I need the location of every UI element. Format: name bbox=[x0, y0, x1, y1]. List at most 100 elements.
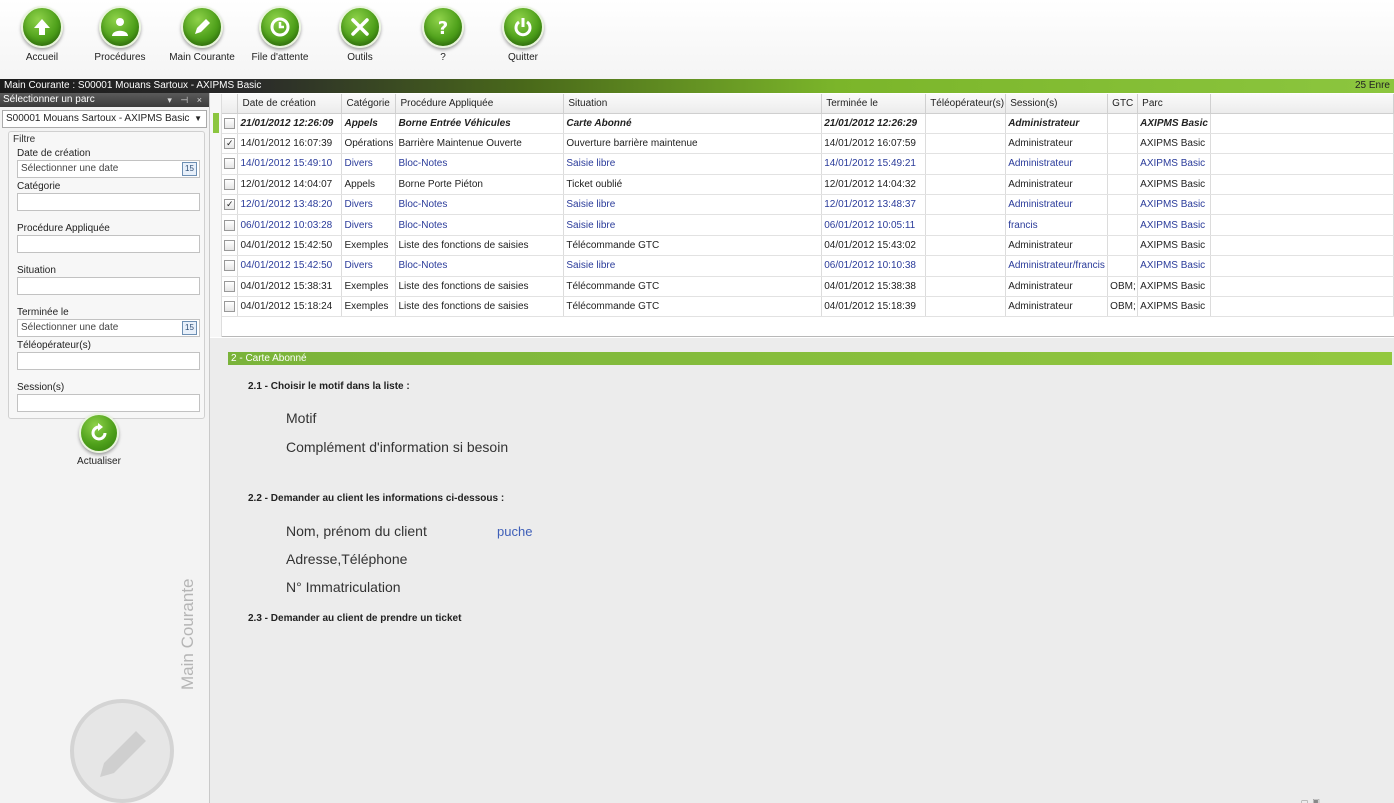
accueil-button[interactable]: Accueil bbox=[2, 6, 82, 63]
checkbox[interactable] bbox=[224, 178, 236, 190]
table-cell: 04/01/2012 15:38:31 bbox=[237, 276, 343, 298]
table-row[interactable]: ✓ 12/01/2012 13:48:20 Divers Bloc-Notes Sais… bbox=[222, 194, 1394, 216]
situation-label: Situation bbox=[17, 265, 56, 276]
col-select bbox=[222, 94, 239, 114]
row-checkbox-cell[interactable] bbox=[222, 113, 239, 134]
col-situation[interactable]: Situation bbox=[563, 94, 823, 114]
checkbox[interactable] bbox=[224, 158, 236, 170]
checkbox[interactable] bbox=[224, 239, 236, 251]
row-checkbox-cell[interactable]: ✓ bbox=[222, 194, 239, 216]
table-cell bbox=[1107, 174, 1139, 196]
table-cell: AXIPMS Basic bbox=[1137, 174, 1212, 196]
row-checkbox-cell[interactable] bbox=[222, 153, 239, 175]
outils-button[interactable]: Outils bbox=[320, 6, 400, 63]
row-checkbox-cell[interactable] bbox=[222, 276, 239, 298]
complement-field[interactable]: Complément d'information si besoin bbox=[286, 439, 508, 455]
col-categorie[interactable]: Catégorie bbox=[341, 94, 397, 114]
table-cell-filler bbox=[1210, 214, 1394, 236]
checkbox[interactable] bbox=[224, 260, 236, 272]
actualiser-button[interactable]: Actualiser bbox=[72, 413, 126, 467]
checkbox[interactable] bbox=[224, 219, 236, 231]
table-cell: Borne Entrée Véhicules bbox=[395, 113, 565, 134]
arrow-up-icon bbox=[21, 6, 63, 48]
window-title: Main Courante : S00001 Mouans Sartoux - … bbox=[4, 80, 262, 91]
table-cell: Ouverture barrière maintenue bbox=[563, 133, 823, 155]
main-courante-button[interactable]: Main Courante bbox=[162, 6, 242, 63]
table-cell: AXIPMS Basic bbox=[1137, 235, 1212, 257]
parc-select-value: S00001 Mouans Sartoux - AXIPMS Basic bbox=[6, 113, 190, 124]
col-terminee[interactable]: Terminée le bbox=[821, 94, 927, 114]
col-session[interactable]: Session(s) bbox=[1005, 94, 1109, 114]
help-label: ? bbox=[440, 52, 446, 63]
table-row[interactable]: 21/01/2012 12:26:09 Appels Borne Entrée Vé… bbox=[222, 113, 1394, 134]
situation-input[interactable] bbox=[17, 277, 200, 295]
parc-panel-title: Sélectionner un parc bbox=[3, 94, 95, 105]
terminee-input[interactable]: Sélectionner une date 15 bbox=[17, 319, 200, 337]
adresse-telephone-label[interactable]: Adresse,Téléphone bbox=[286, 551, 407, 567]
col-parc[interactable]: Parc bbox=[1137, 94, 1212, 114]
table-row[interactable]: 04/01/2012 15:38:31 Exemples Liste des fon… bbox=[222, 276, 1394, 298]
col-date-creation[interactable]: Date de création bbox=[237, 94, 343, 114]
col-gtc[interactable]: GTC bbox=[1107, 94, 1139, 114]
table-row[interactable]: 12/01/2012 14:04:07 Appels Borne Porte Pié… bbox=[222, 174, 1394, 196]
table-cell bbox=[925, 235, 1007, 257]
row-checkbox-cell[interactable]: ✓ bbox=[222, 133, 239, 155]
checkbox-checked[interactable]: ✓ bbox=[224, 199, 236, 211]
table-cell-filler bbox=[1210, 276, 1394, 298]
teleoperateur-input[interactable] bbox=[17, 352, 200, 370]
parc-select[interactable]: S00001 Mouans Sartoux - AXIPMS Basic ▼ bbox=[2, 110, 207, 128]
row-checkbox-cell[interactable] bbox=[222, 255, 239, 277]
procedures-button[interactable]: Procédures bbox=[80, 6, 160, 63]
step-2-2: 2.2 - Demander au client les information… bbox=[248, 493, 505, 504]
grid-body: 21/01/2012 12:26:09 Appels Borne Entrée Vé… bbox=[222, 113, 1394, 318]
table-row[interactable]: ✓ 14/01/2012 16:07:39 Opérations Barrière M… bbox=[222, 133, 1394, 155]
checkbox[interactable] bbox=[224, 117, 236, 129]
checkbox-checked[interactable]: ✓ bbox=[224, 138, 236, 150]
table-cell: 12/01/2012 13:48:20 bbox=[237, 194, 343, 216]
checkbox[interactable] bbox=[224, 301, 236, 313]
power-icon bbox=[502, 6, 544, 48]
file-attente-label: File d'attente bbox=[251, 52, 309, 63]
table-row[interactable]: 14/01/2012 15:49:10 Divers Bloc-Notes Saisi… bbox=[222, 153, 1394, 175]
calendar-icon[interactable]: 15 bbox=[182, 162, 197, 176]
panel-pin-icons[interactable]: ▾ ⊣ × bbox=[167, 93, 205, 107]
table-row[interactable]: 04/01/2012 15:42:50 Divers Bloc-Notes Saisi… bbox=[222, 255, 1394, 277]
help-icon: ? bbox=[422, 6, 464, 48]
quitter-button[interactable]: Quitter bbox=[483, 6, 563, 63]
current-row-marker bbox=[213, 113, 219, 133]
col-procedure[interactable]: Procédure Appliquée bbox=[395, 94, 565, 114]
col-teleoperateur[interactable]: Téléopérateur(s) bbox=[925, 94, 1007, 114]
date-creation-input[interactable]: Sélectionner une date 15 bbox=[17, 160, 200, 178]
filter-group: Filtre Date de création Sélectionner une… bbox=[8, 131, 205, 419]
table-cell: Barrière Maintenue Ouverte bbox=[395, 133, 565, 155]
calendar-icon[interactable]: 15 bbox=[182, 321, 197, 335]
main-courante-watermark-icon bbox=[70, 699, 174, 803]
row-checkbox-cell[interactable] bbox=[222, 214, 239, 236]
row-checkbox-cell[interactable] bbox=[222, 174, 239, 196]
table-cell: Bloc-Notes bbox=[395, 153, 565, 175]
table-cell: Saisie libre bbox=[563, 255, 823, 277]
nom-prenom-value[interactable]: puche bbox=[497, 524, 532, 539]
table-cell bbox=[925, 113, 1007, 134]
motif-field[interactable]: Motif bbox=[286, 410, 316, 426]
session-label: Session(s) bbox=[17, 382, 65, 393]
window-titlebar: Main Courante : S00001 Mouans Sartoux - … bbox=[0, 79, 1394, 93]
immatriculation-label[interactable]: N° Immatriculation bbox=[286, 579, 401, 595]
row-checkbox-cell[interactable] bbox=[222, 235, 239, 257]
row-checkbox-cell[interactable] bbox=[222, 296, 239, 318]
session-input[interactable] bbox=[17, 394, 200, 412]
table-row[interactable]: 06/01/2012 10:03:28 Divers Bloc-Notes Saisi… bbox=[222, 214, 1394, 236]
file-attente-button[interactable]: File d'attente bbox=[240, 6, 320, 63]
table-cell: 04/01/2012 15:38:38 bbox=[821, 276, 927, 298]
table-row[interactable]: 04/01/2012 15:18:24 Exemples Liste des fon… bbox=[222, 296, 1394, 318]
terminee-label: Terminée le bbox=[17, 307, 69, 318]
chevron-down-icon: ▼ bbox=[194, 114, 202, 123]
refresh-icon bbox=[79, 413, 119, 453]
main-courante-label: Main Courante bbox=[169, 52, 235, 63]
help-button[interactable]: ? ? bbox=[403, 6, 483, 63]
table-cell-filler bbox=[1210, 174, 1394, 196]
procedure-input[interactable] bbox=[17, 235, 200, 253]
categorie-input[interactable] bbox=[17, 193, 200, 211]
checkbox[interactable] bbox=[224, 280, 236, 292]
table-row[interactable]: 04/01/2012 15:42:50 Exemples Liste des fon… bbox=[222, 235, 1394, 257]
